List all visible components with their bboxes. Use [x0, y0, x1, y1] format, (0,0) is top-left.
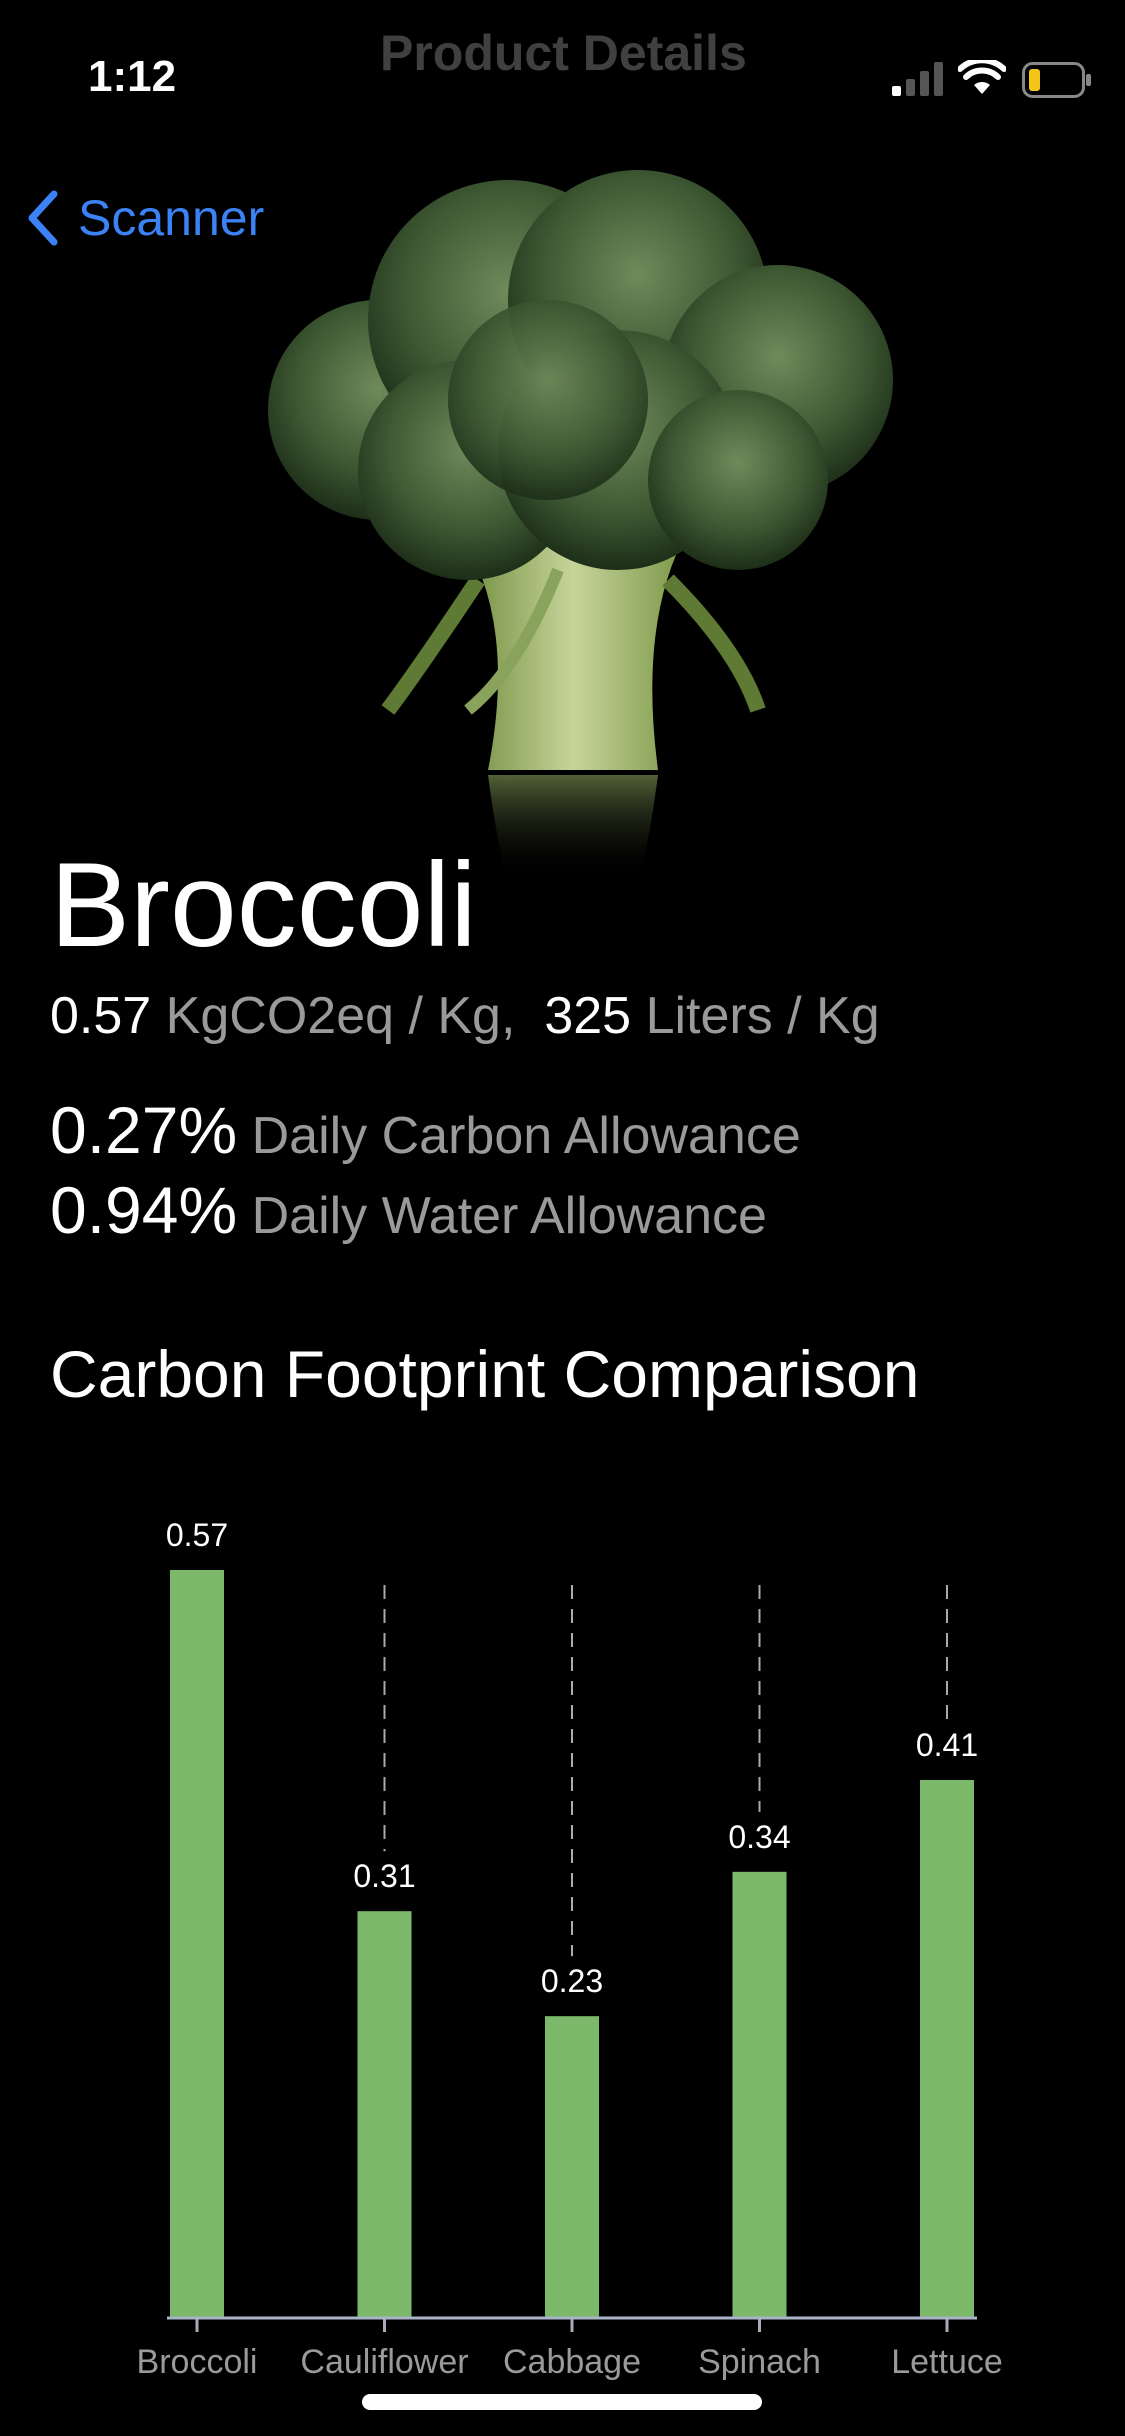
x-tick-label: Broccoli — [137, 2343, 258, 2381]
water-allowance-label: Daily Water Allowance — [251, 1187, 767, 1245]
data-label: 0.31 — [353, 1858, 415, 1894]
footprint-summary: 0.57 KgCO2eq / Kg, 325 Liters / Kg — [50, 986, 880, 1046]
section-title: Carbon Footprint Comparison — [50, 1337, 920, 1411]
water-allowance: 0.94% Daily Water Allowance — [50, 1172, 767, 1248]
page-title: Product Details — [380, 25, 747, 81]
water-unit: Liters / Kg — [645, 987, 880, 1045]
home-indicator — [362, 2394, 762, 2410]
product-image — [268, 170, 893, 880]
x-tick-label: Spinach — [698, 2343, 821, 2381]
water-allowance-percent: 0.94% — [50, 1173, 238, 1247]
x-tick-label: Cabbage — [503, 2343, 641, 2381]
wifi-icon — [958, 60, 1006, 94]
battery-icon — [1022, 62, 1091, 98]
carbon-allowance: 0.27% Daily Carbon Allowance — [50, 1092, 801, 1168]
bar-cauliflower — [357, 1911, 412, 2318]
data-label: 0.34 — [728, 1819, 790, 1855]
x-tick-label: Cauliflower — [300, 2343, 468, 2381]
x-tick-label: Lettuce — [891, 2343, 1003, 2381]
bar-lettuce — [920, 1779, 974, 2318]
bar-spinach — [732, 1871, 787, 2318]
signal-icon — [892, 62, 943, 96]
data-label: 0.41 — [916, 1727, 978, 1763]
data-label: 0.57 — [166, 1517, 228, 1553]
bar-cabbage — [545, 2016, 599, 2318]
chevron-left-icon — [28, 190, 58, 246]
data-label: 0.23 — [541, 1963, 603, 1999]
status-time: 1:12 — [88, 52, 177, 101]
water-value: 325 — [544, 987, 632, 1045]
carbon-unit: KgCO2eq / Kg, — [165, 987, 516, 1045]
bar-broccoli — [170, 1570, 224, 2318]
carbon-value: 0.57 — [50, 987, 152, 1045]
carbon-allowance-label: Daily Carbon Allowance — [251, 1107, 801, 1165]
carbon-comparison-chart: 0.57 Broccoli 0.31 Cauliflower 0.23 Cabbage 0.… — [137, 1517, 1003, 2381]
carbon-allowance-percent: 0.27% — [50, 1093, 238, 1167]
